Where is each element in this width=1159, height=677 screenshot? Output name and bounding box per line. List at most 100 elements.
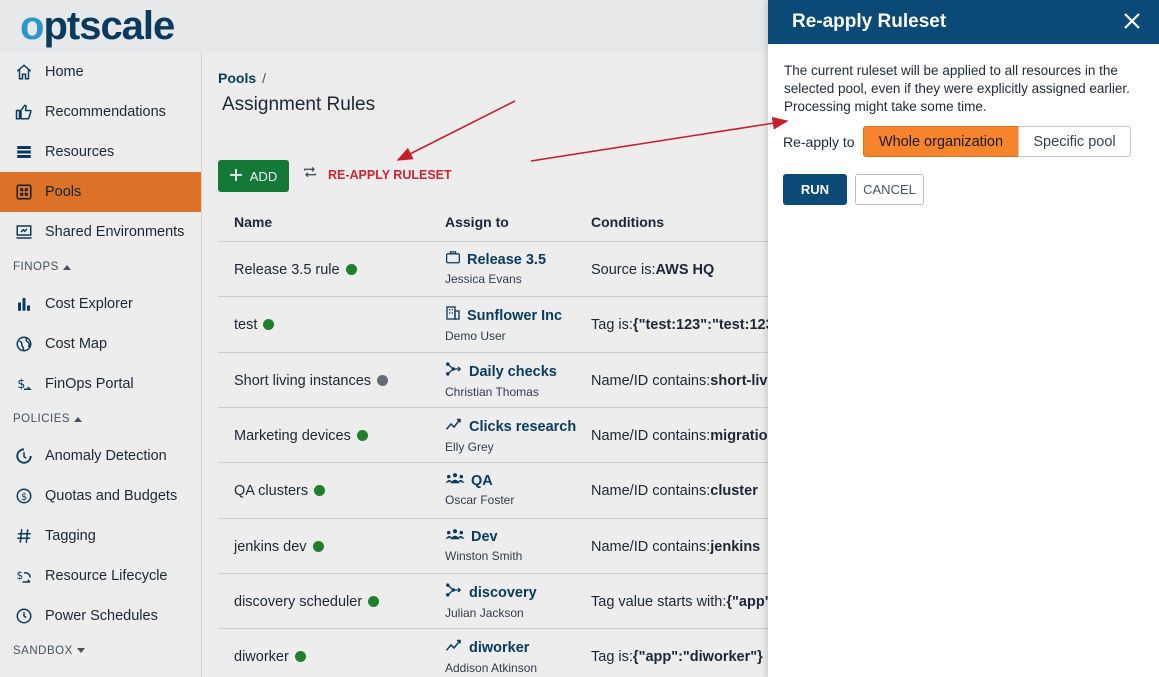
- rule-name[interactable]: diworker: [234, 649, 289, 665]
- cancel-button[interactable]: CANCEL: [855, 174, 924, 205]
- reapply-ruleset-button[interactable]: RE-APPLY RULESET: [302, 164, 452, 185]
- condition-label: Tag is:: [591, 316, 633, 333]
- sidebar: Home Recommendations Resources Pools Sha…: [0, 52, 202, 677]
- pool-link[interactable]: Clicks research: [469, 419, 576, 435]
- conditions-cell: Tag is: {"test:123":"test:123": [591, 297, 781, 352]
- breadcrumb-separator: /: [262, 70, 267, 86]
- sidebar-item-home[interactable]: Home: [0, 52, 201, 92]
- condition-label: Tag value starts with:: [591, 593, 727, 610]
- rule-name[interactable]: Release 3.5 rule: [234, 262, 340, 278]
- close-icon[interactable]: [1122, 11, 1142, 31]
- run-button[interactable]: RUN: [783, 174, 847, 205]
- table-row[interactable]: Release 3.5 rule Release 3.5 Jessica Eva…: [218, 241, 778, 296]
- pool-link[interactable]: Sunflower Inc: [467, 308, 562, 324]
- owner-name: Julian Jackson: [445, 606, 524, 620]
- conditions-cell: Name/ID contains: migration: [591, 408, 776, 463]
- pool-link[interactable]: Release 3.5: [467, 252, 546, 268]
- section-finops[interactable]: FINOPS: [13, 261, 71, 273]
- assign-to-cell: Daily checks Christian Thomas: [445, 361, 557, 399]
- optscale-logo[interactable]: o ptscale: [20, 2, 175, 50]
- option-specific-pool[interactable]: Specific pool: [1018, 126, 1131, 157]
- table-row[interactable]: diworker diworker Addison Atkinson Tag i…: [218, 628, 778, 677]
- condition-label: Name/ID contains:: [591, 427, 711, 444]
- pool-link[interactable]: Dev: [471, 529, 498, 545]
- sidebar-item-pools[interactable]: Pools: [0, 172, 201, 212]
- table-row[interactable]: QA clusters QA Oscar Foster Name/ID cont…: [218, 462, 778, 517]
- rule-name[interactable]: Short living instances: [234, 373, 371, 389]
- pool-link[interactable]: diworker: [469, 640, 529, 656]
- owner-name: Demo User: [445, 329, 506, 343]
- table-row[interactable]: Short living instances Daily checks Chri…: [218, 352, 780, 407]
- owner-name: Oscar Foster: [445, 493, 515, 507]
- owner-name: Winston Smith: [445, 549, 523, 563]
- sidebar-item-anomaly-detection[interactable]: Anomaly Detection: [0, 436, 201, 476]
- pool-link[interactable]: Daily checks: [469, 364, 557, 380]
- sidebar-item-quotas-and-budgets[interactable]: $ Quotas and Budgets: [0, 476, 201, 516]
- rule-name-cell: Release 3.5 rule: [234, 242, 357, 297]
- rule-name[interactable]: Marketing devices: [234, 428, 351, 444]
- conditions-cell: Tag value starts with: {"app": [591, 574, 772, 629]
- pool-link[interactable]: discovery: [469, 585, 537, 601]
- sidebar-item-resource-lifecycle[interactable]: $ Resource Lifecycle: [0, 556, 201, 596]
- sidebar-item-recommendations[interactable]: Recommendations: [0, 92, 201, 132]
- breadcrumb-pools[interactable]: Pools: [218, 70, 256, 86]
- add-button[interactable]: ADD: [218, 160, 289, 192]
- status-active-dot: [312, 541, 324, 552]
- caret-up-icon: [74, 413, 83, 425]
- add-button-label: ADD: [249, 168, 278, 184]
- anomaly-icon: [14, 446, 34, 466]
- condition-label: Name/ID contains:: [591, 482, 711, 499]
- repeat-icon: [302, 164, 318, 185]
- sidebar-item-cost-map[interactable]: Cost Map: [0, 324, 201, 364]
- sidebar-item-label: Power Schedules: [45, 608, 158, 624]
- sidebar-item-cost-explorer[interactable]: Cost Explorer: [0, 284, 201, 324]
- assign-to-cell: Clicks research Elly Grey: [445, 416, 576, 455]
- team-icon: [445, 527, 465, 546]
- pools-icon: [14, 182, 34, 202]
- option-whole-organization[interactable]: Whole organization: [863, 126, 1019, 157]
- sidebar-item-label: Cost Map: [45, 336, 108, 352]
- svg-text:$: $: [17, 570, 24, 582]
- table-row[interactable]: jenkins dev Dev Winston Smith Name/ID co…: [218, 518, 778, 573]
- sidebar-item-finops-portal[interactable]: $ FinOps Portal: [0, 364, 201, 404]
- caret-down-icon: [76, 645, 85, 657]
- conditions-cell: Tag is: {"app":"diworker"}: [591, 629, 763, 677]
- owner-name: Elly Grey: [445, 440, 494, 454]
- column-header-name[interactable]: Name: [234, 214, 272, 230]
- assign-to-cell: diworker Addison Atkinson: [445, 637, 537, 676]
- sidebar-item-label: Resources: [45, 144, 115, 160]
- section-policies[interactable]: POLICIES: [13, 413, 83, 425]
- assign-to-cell: Dev Winston Smith: [445, 527, 523, 564]
- assign-to-cell: Sunflower Inc Demo User: [445, 305, 562, 343]
- sidebar-item-resources[interactable]: Resources: [0, 132, 201, 172]
- logo-o: o: [20, 3, 44, 48]
- thumb-up-icon: [14, 102, 34, 122]
- flow-icon: [445, 582, 463, 603]
- status-active-dot: [314, 485, 326, 496]
- reapply-ruleset-drawer: Re-apply Ruleset The current ruleset wil…: [768, 0, 1159, 677]
- table-row[interactable]: discovery scheduler discovery Julian Jac…: [218, 573, 778, 628]
- section-sandbox[interactable]: SANDBOX: [13, 645, 85, 657]
- sidebar-item-shared-environments[interactable]: Shared Environments: [0, 212, 201, 252]
- reapply-to-label: Re-apply to: [783, 134, 855, 150]
- condition-value: {"test:123":"test:123": [632, 316, 781, 333]
- sidebar-item-label: Pools: [45, 184, 82, 200]
- rule-name-cell: discovery scheduler: [234, 574, 380, 629]
- table-row[interactable]: test Sunflower Inc Demo User Tag is: {"t…: [218, 296, 781, 352]
- trend-icon: [445, 637, 463, 658]
- rule-name[interactable]: jenkins dev: [234, 539, 307, 555]
- sidebar-item-label: Anomaly Detection: [45, 448, 167, 464]
- rule-name[interactable]: test: [234, 317, 257, 333]
- clock-icon: [14, 606, 34, 626]
- column-header-conditions[interactable]: Conditions: [591, 214, 664, 230]
- rule-name[interactable]: QA clusters: [234, 483, 308, 499]
- sidebar-item-label: Quotas and Budgets: [45, 488, 178, 504]
- drawer-header: Re-apply Ruleset: [768, 0, 1159, 44]
- column-header-assign-to[interactable]: Assign to: [445, 214, 509, 230]
- budget-icon: $: [14, 486, 34, 506]
- table-row[interactable]: Marketing devices Clicks research Elly G…: [218, 407, 778, 462]
- sidebar-item-tagging[interactable]: Tagging: [0, 516, 201, 556]
- sidebar-item-power-schedules[interactable]: Power Schedules: [0, 596, 201, 636]
- pool-link[interactable]: QA: [471, 473, 493, 489]
- rule-name[interactable]: discovery scheduler: [234, 594, 362, 610]
